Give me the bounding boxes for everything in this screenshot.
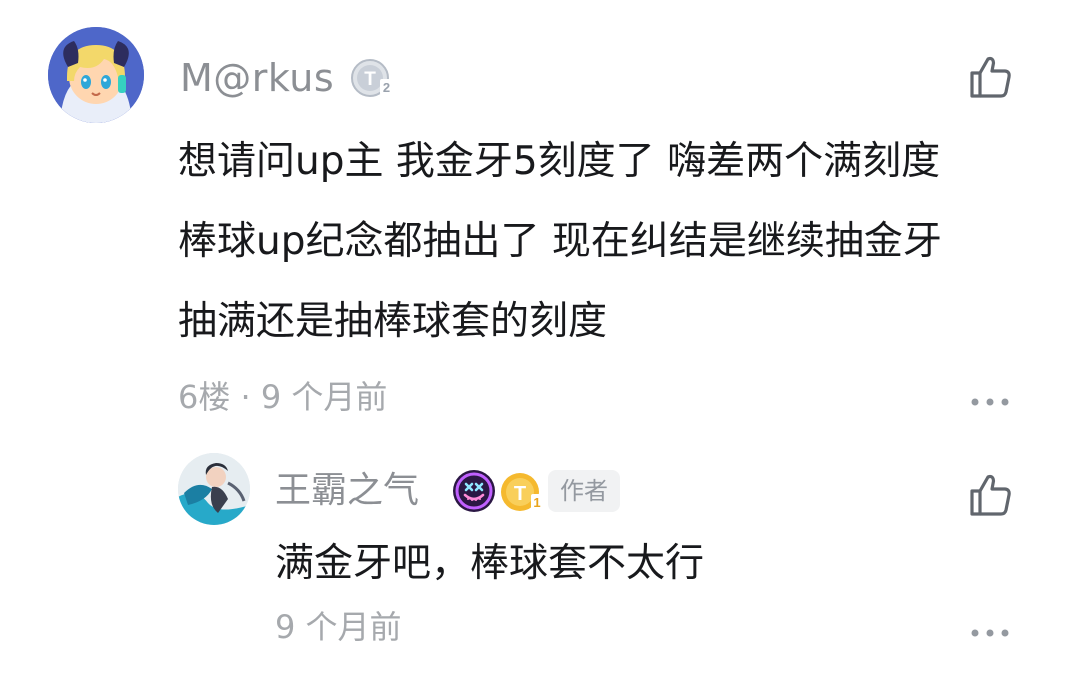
comment-text-line: 想请问up主 我金牙5刻度了 嗨差两个满刻度 — [178, 139, 941, 184]
svg-text:T: T — [364, 69, 376, 90]
more-dots-icon — [971, 398, 1009, 406]
level-badge-icon: T 1 — [500, 470, 546, 514]
author-tag: 作者 — [548, 470, 620, 512]
username[interactable]: M@rkus — [180, 52, 334, 104]
svg-text:1: 1 — [533, 495, 540, 510]
svg-text:T: T — [514, 483, 526, 505]
reply-like-button[interactable] — [966, 470, 1016, 520]
avatar-anime-girl-icon — [48, 27, 144, 123]
comment-text-line: 棒球up纪念都抽出了 现在纠结是继续抽金牙 — [178, 219, 942, 264]
reply-more-button[interactable] — [970, 623, 1010, 637]
comment-meta: 6楼 · 9 个月前 — [178, 378, 388, 416]
reply-username[interactable]: 王霸之气 — [275, 467, 419, 515]
reply-text: 满金牙吧，棒球套不太行 — [275, 541, 705, 586]
reply-meta: 9 个月前 — [275, 608, 402, 646]
thumbs-up-icon — [970, 474, 1011, 516]
svg-text:2: 2 — [383, 80, 390, 95]
more-button[interactable] — [970, 392, 1010, 406]
reply-avatar[interactable] — [178, 453, 250, 525]
avatar[interactable] — [48, 27, 144, 123]
thumbs-up-icon — [970, 56, 1011, 98]
like-button[interactable] — [966, 52, 1016, 102]
more-dots-icon — [971, 629, 1009, 637]
comment-text-line: 抽满还是抽棒球套的刻度 — [178, 299, 608, 344]
avatar-character-icon — [178, 453, 250, 525]
purple-skull-badge-icon — [451, 468, 497, 514]
level-badge-icon: T 2 — [350, 57, 396, 99]
